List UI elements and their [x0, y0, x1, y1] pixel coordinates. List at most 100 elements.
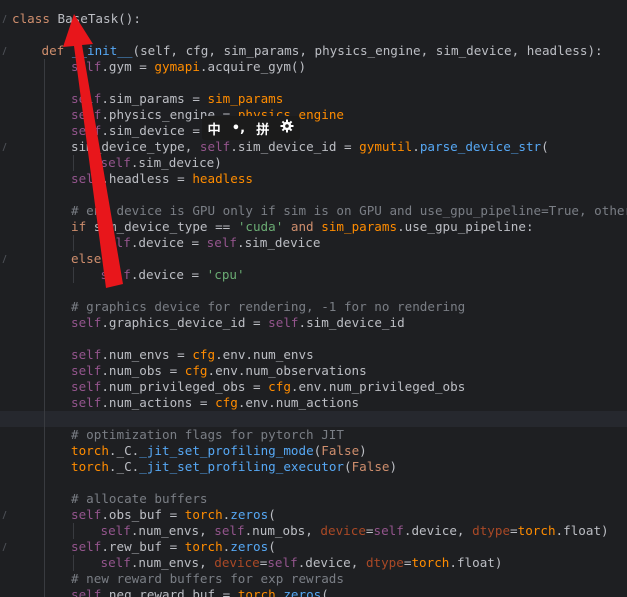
code-line[interactable] [0, 187, 627, 203]
code-line[interactable]: self.headless = headless [0, 171, 627, 187]
code-line[interactable] [0, 331, 627, 347]
code-line[interactable]: if sim_device_type == 'cuda' and sim_par… [0, 219, 627, 235]
fold-marker[interactable] [2, 14, 8, 24]
code-token: self [71, 91, 102, 106]
code-token: self [71, 539, 102, 554]
code-line[interactable]: self.sim_device) [0, 155, 627, 171]
indent-guide [43, 219, 45, 235]
code-line[interactable]: self.num_privileged_obs = cfg.env.num_pr… [0, 379, 627, 395]
code-token: self [100, 555, 131, 570]
indent-guide [43, 267, 45, 283]
code-token: .device, [297, 555, 366, 570]
code-line[interactable]: self.rew_buf = torch.zeros( [0, 539, 627, 555]
code-token: .sim_device [237, 235, 321, 250]
code-line[interactable]: torch._C._jit_set_profiling_executor(Fal… [0, 459, 627, 475]
code-line[interactable]: self.graphics_device_id = self.sim_devic… [0, 315, 627, 331]
code-text: self.neg_reward_buf = torch.zeros( [71, 587, 329, 597]
code-token: def [41, 43, 72, 58]
indent-guide [43, 59, 45, 75]
code-line[interactable]: self.device = self.sim_device [0, 235, 627, 251]
code-line[interactable]: self.num_envs, self.num_obs, device=self… [0, 523, 627, 539]
code-line[interactable]: def __init__(self, cfg, sim_params, phys… [0, 43, 627, 59]
code-line[interactable] [0, 411, 627, 427]
code-token: .num_envs = [101, 347, 193, 362]
gear-icon[interactable] [280, 119, 294, 137]
code-line[interactable]: else: [0, 251, 627, 267]
code-token: self [71, 507, 102, 522]
code-token: self [71, 123, 102, 138]
code-token: self [71, 59, 102, 74]
code-line[interactable]: # optimization flags for pytorch JIT [0, 427, 627, 443]
code-line[interactable]: torch._C._jit_set_profiling_mode(False) [0, 443, 627, 459]
code-line[interactable]: class BaseTask(): [0, 11, 627, 27]
code-token: sim_device_type, [71, 139, 200, 154]
fold-marker[interactable] [2, 510, 8, 520]
code-token: self [373, 523, 404, 538]
ime-language-toggle[interactable]: 中 [208, 119, 221, 138]
code-line[interactable]: self.sim_device = sim_device [0, 123, 627, 139]
code-token: ( [541, 139, 549, 154]
fold-marker[interactable] [2, 142, 8, 152]
code-line[interactable]: self.num_envs, device=self.device, dtype… [0, 555, 627, 571]
fold-marker[interactable] [2, 46, 8, 56]
code-token: sim_device_type == [93, 219, 238, 234]
ime-toolbar[interactable]: 中 •, 拼 [202, 116, 300, 140]
code-line[interactable]: # allocate buffers [0, 491, 627, 507]
ime-pinyin-toggle[interactable]: 拼 [256, 119, 269, 138]
code-line[interactable]: sim_device_type, self.sim_device_id = gy… [0, 139, 627, 155]
code-line[interactable]: self.gym = gymapi.acquire_gym() [0, 59, 627, 75]
code-line[interactable]: self.physics_engine = physics_engine [0, 107, 627, 123]
code-token: False [321, 443, 360, 458]
code-token: .float) [555, 523, 609, 538]
indent-guide [43, 331, 45, 347]
code-editor[interactable]: class BaseTask(): def __init__(self, cfg,… [0, 0, 627, 597]
code-line[interactable]: self.neg_reward_buf = torch.zeros( [0, 587, 627, 597]
vertical-scrollbar[interactable] [619, 0, 627, 597]
indent-guide [73, 267, 74, 283]
code-token: .num_actions = [101, 395, 216, 410]
code-line[interactable]: self.sim_params = sim_params [0, 91, 627, 107]
code-line[interactable] [0, 75, 627, 91]
code-token: _jit_set_profiling_executor [139, 459, 344, 474]
fold-marker[interactable] [2, 254, 8, 264]
code-token: self [71, 587, 102, 597]
indent-guide [43, 475, 45, 491]
code-line[interactable]: self.num_obs = cfg.env.num_observations [0, 363, 627, 379]
code-token: torch [71, 459, 109, 474]
code-line[interactable]: # graphics device for rendering, -1 for … [0, 299, 627, 315]
code-text: # env device is GPU only if sim is on GP… [71, 203, 627, 219]
code-token: gymapi [154, 59, 200, 74]
fold-marker[interactable] [2, 542, 8, 552]
code-token: ( [268, 539, 276, 554]
code-line[interactable]: # env device is GPU only if sim is on GP… [0, 203, 627, 219]
code-line[interactable]: self.num_envs = cfg.env.num_envs [0, 347, 627, 363]
code-token: sim_params [321, 219, 398, 234]
code-line[interactable]: self.num_actions = cfg.env.num_actions [0, 395, 627, 411]
code-token: (self, cfg, sim_params, physics_engine, … [132, 43, 603, 58]
indent-guide [43, 379, 45, 395]
code-token: BaseTask [57, 11, 119, 26]
code-line[interactable]: self.device = 'cpu' [0, 267, 627, 283]
code-text: self.num_obs = cfg.env.num_observations [71, 363, 367, 379]
code-token: = [510, 523, 518, 538]
ime-punctuation-toggle[interactable]: •, [232, 121, 245, 136]
code-line[interactable]: # new reward buffers for exp rewrads [0, 571, 627, 587]
indent-guide [43, 523, 45, 539]
code-text: self.headless = headless [71, 171, 253, 187]
code-line[interactable]: self.obs_buf = torch.zeros( [0, 507, 627, 523]
code-line[interactable] [0, 27, 627, 43]
indent-guide [43, 395, 45, 411]
code-token: parse_device_str [419, 139, 542, 154]
code-line[interactable] [0, 283, 627, 299]
code-text: self.device = 'cpu' [101, 267, 245, 283]
code-token: .rew_buf = [101, 539, 185, 554]
code-token: dtype [472, 523, 511, 538]
indent-guide [43, 155, 45, 171]
code-token: self [206, 235, 238, 250]
code-token: ( [343, 459, 352, 474]
code-token: ) [359, 443, 367, 458]
code-text: self.num_privileged_obs = cfg.env.num_pr… [71, 379, 465, 395]
code-text: else: [71, 251, 109, 267]
code-line[interactable] [0, 475, 627, 491]
code-token: self [100, 235, 131, 250]
